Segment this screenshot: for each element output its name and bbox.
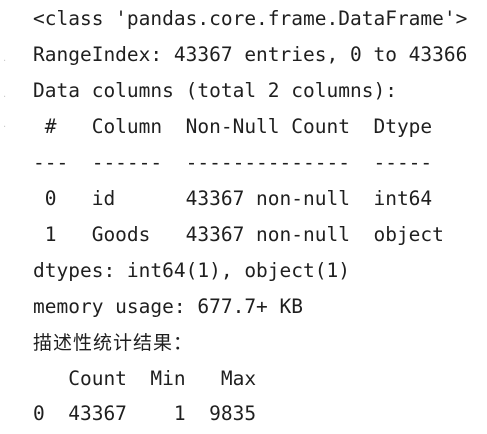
range-index-line: RangeIndex: 43367 entries, 0 to 43366 — [33, 43, 468, 66]
data-columns-line: Data columns (total 2 columns): — [33, 79, 397, 102]
notebook-output-panel: · · · <class 'pandas.core.frame.DataFram… — [0, 0, 487, 434]
cell-gutter: · · · — [0, 0, 16, 434]
gutter-mark: · — [3, 56, 7, 67]
memory-usage-line: memory usage: 677.7+ KB — [33, 295, 304, 318]
stats-header-row: Count Min Max — [33, 367, 257, 390]
columns-separator-line: --- ------ -------------- ----- — [33, 151, 433, 174]
gutter-mark: · — [3, 122, 7, 133]
column-row-goods: 1 Goods 43367 non-null object — [33, 223, 444, 246]
gutter-mark: · — [3, 92, 7, 103]
stats-data-row: 0 43367 1 9835 — [33, 402, 257, 425]
column-row-id: 0 id 43367 non-null int64 — [33, 187, 433, 210]
stats-label: 描述性统计结果： — [33, 332, 194, 354]
cell-output: <class 'pandas.core.frame.DataFrame'> Ra… — [33, 0, 487, 425]
dataframe-class-line: <class 'pandas.core.frame.DataFrame'> — [33, 7, 468, 30]
dtypes-line: dtypes: int64(1), object(1) — [33, 259, 350, 282]
columns-header-line: # Column Non-Null Count Dtype — [33, 115, 433, 138]
